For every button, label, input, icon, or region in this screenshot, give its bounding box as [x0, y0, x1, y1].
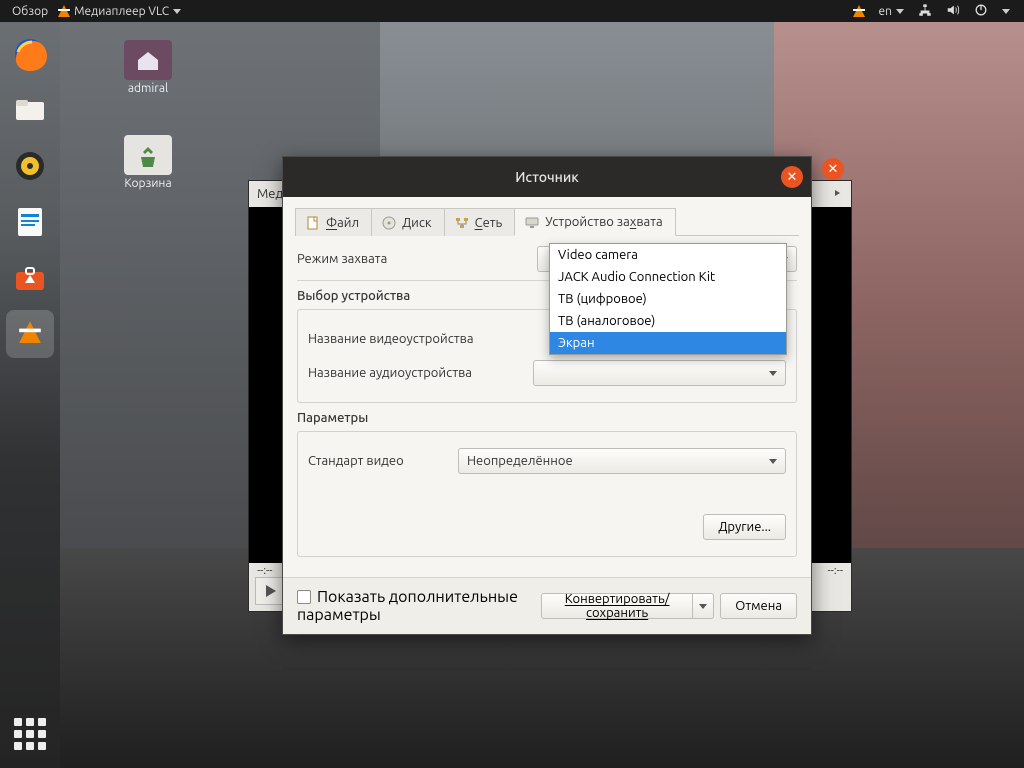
vlc-cone-icon	[19, 321, 41, 343]
tab-file[interactable]: Файл	[295, 208, 372, 236]
tab-capture-label: Устройство захвата	[545, 215, 662, 229]
chevron-down-icon	[173, 9, 181, 14]
dock-software-center[interactable]	[6, 254, 54, 302]
dock-libreoffice-writer[interactable]	[6, 198, 54, 246]
ubuntu-dock	[0, 22, 60, 768]
chevron-down-icon	[769, 371, 777, 376]
desktop-home-label: admiral	[108, 82, 188, 95]
capture-icon	[525, 215, 539, 229]
desktop-home-folder[interactable]: admiral	[108, 40, 188, 95]
video-standard-combobox[interactable]: Неопределённое	[458, 448, 786, 474]
vlc-menubar-overflow-icon[interactable]	[833, 187, 843, 201]
tab-capture-device[interactable]: Устройство захвата	[514, 208, 675, 236]
file-icon	[306, 216, 320, 230]
dock-files[interactable]	[6, 86, 54, 134]
dock-vlc[interactable]	[6, 310, 54, 358]
lang-label: en	[879, 5, 892, 18]
params-group: Стандарт видео Неопределённое Другие...	[297, 431, 797, 557]
input-lang-indicator[interactable]: en	[879, 5, 904, 18]
chevron-down-icon	[896, 9, 904, 14]
dialog-close-button[interactable]: ✕	[781, 166, 803, 188]
show-applications-button[interactable]	[6, 710, 54, 758]
capture-mode-option[interactable]: JACK Audio Connection Kit	[550, 266, 786, 288]
volume-icon[interactable]	[946, 3, 960, 20]
vlc-tray-icon[interactable]	[853, 5, 865, 17]
system-menu-chevron-icon[interactable]	[1002, 9, 1010, 14]
advanced-options-button[interactable]: Другие...	[703, 514, 786, 540]
tab-file-label: Файл	[326, 216, 359, 230]
source-tabs: Файл Диск Сеть Устройство захвата	[295, 207, 799, 236]
desktop-trash-label: Корзина	[108, 177, 188, 190]
checkbox-icon	[297, 590, 311, 604]
tab-network-label: Сеть	[475, 216, 503, 230]
audio-device-combobox[interactable]	[533, 360, 786, 386]
network-icon[interactable]	[918, 3, 932, 20]
capture-mode-option[interactable]: ТВ (цифровое)	[550, 288, 786, 310]
vlc-menu-media-truncated[interactable]: Мед	[257, 187, 283, 201]
show-more-options-label: Показать дополнительные параметры	[297, 588, 518, 624]
dock-rhythmbox[interactable]	[6, 142, 54, 190]
video-standard-label: Стандарт видео	[308, 454, 448, 468]
tab-network[interactable]: Сеть	[444, 208, 516, 236]
network-icon	[455, 216, 469, 230]
elapsed-time-label: --:--	[257, 565, 272, 577]
dialog-title-label: Источник	[515, 169, 579, 185]
remaining-time-label: --:--	[828, 565, 843, 577]
tab-disc[interactable]: Диск	[371, 208, 445, 236]
parent-window-close-button[interactable]: ✕	[822, 158, 844, 180]
activities-button[interactable]: Обзор	[12, 5, 48, 18]
capture-mode-option[interactable]: ТВ (аналоговое)	[550, 310, 786, 332]
open-media-dialog: Источник ✕ Файл Диск Сеть Устройство зах…	[282, 156, 812, 635]
capture-mode-option[interactable]: Экран	[550, 332, 786, 354]
video-device-label: Название видеоустройства	[308, 332, 523, 346]
disc-icon	[382, 216, 396, 230]
video-standard-value: Неопределённое	[467, 454, 573, 468]
desktop-trash[interactable]: Корзина	[108, 135, 188, 190]
show-more-options-checkbox[interactable]: Показать дополнительные параметры	[297, 588, 541, 624]
trash-icon	[124, 135, 172, 175]
audio-device-label: Название аудиоустройства	[308, 366, 523, 380]
params-heading: Параметры	[297, 411, 797, 425]
tab-disc-label: Диск	[402, 216, 432, 230]
home-folder-icon	[124, 40, 172, 80]
vlc-cone-icon	[58, 5, 70, 17]
dialog-footer: Показать дополнительные параметры Конвер…	[283, 577, 811, 634]
dock-firefox[interactable]	[6, 30, 54, 78]
power-icon[interactable]	[974, 3, 988, 20]
capture-mode-label: Режим захвата	[297, 252, 527, 266]
capture-mode-option[interactable]: Video camera	[550, 244, 786, 266]
appmenu-label: Медиаплеер VLC	[74, 5, 169, 18]
chevron-down-icon	[769, 459, 777, 464]
capture-mode-listbox[interactable]: Video cameraJACK Audio Connection KitТВ …	[549, 243, 787, 355]
gnome-topbar: Обзор Медиаплеер VLC en	[0, 0, 1024, 22]
convert-save-button[interactable]: Конвертировать/сохранить	[541, 593, 693, 619]
appmenu-vlc[interactable]: Медиаплеер VLC	[58, 5, 181, 18]
play-icon	[266, 585, 276, 597]
chevron-down-icon	[699, 604, 707, 609]
convert-save-dropdown-button[interactable]	[693, 593, 714, 619]
dialog-titlebar[interactable]: Источник ✕	[283, 157, 811, 197]
apps-grid-icon	[14, 718, 46, 750]
cancel-button[interactable]: Отмена	[720, 593, 797, 619]
